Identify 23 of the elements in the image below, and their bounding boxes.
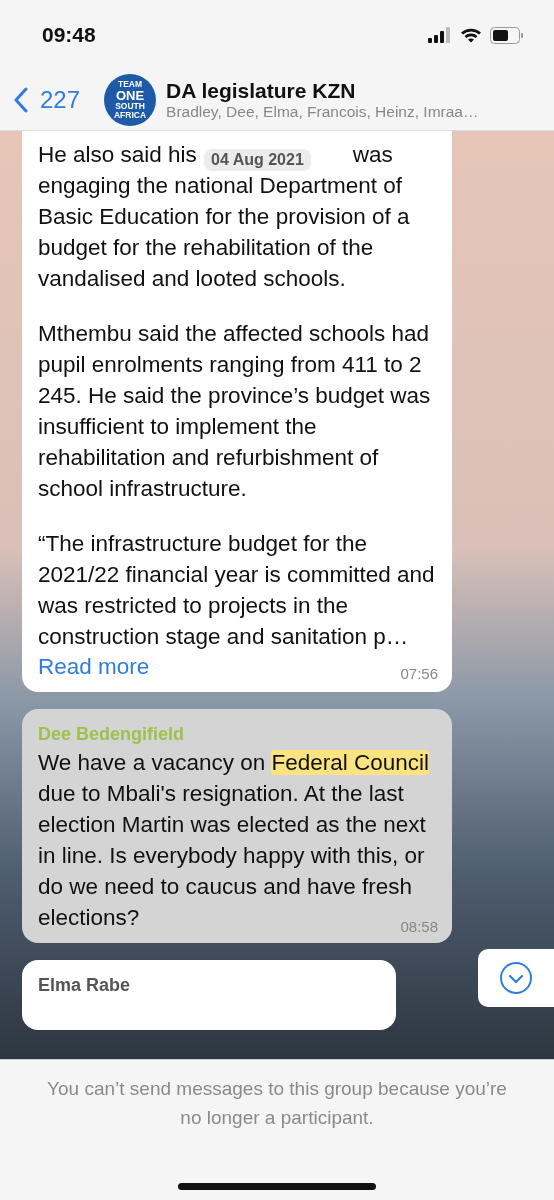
wifi-icon	[460, 27, 482, 43]
sender-name: Dee Bedengifield	[38, 723, 186, 746]
battery-icon	[490, 26, 524, 44]
date-pill: 04 Aug 2021	[204, 149, 311, 171]
read-more-link[interactable]: Read more	[38, 652, 150, 682]
scroll-down-button[interactable]	[478, 949, 554, 1007]
message-text: “The infrastructure budget for the 2021/22 financial year is committed and was restricted to projects in the construction stage and sanitation p…	[38, 530, 436, 651]
signal-icon	[428, 27, 452, 43]
chevron-left-icon	[14, 87, 28, 113]
message-time: 08:58	[400, 918, 438, 935]
group-members: Bradley, Dee, Elma, Francois, Heinz, Imraa…	[166, 103, 479, 121]
group-avatar[interactable]: TEAM ONE SOUTH AFRICA	[104, 74, 157, 126]
group-title[interactable]: DA legislature KZN	[166, 79, 479, 103]
message-text: He also said his	[38, 141, 197, 169]
message-text: was	[352, 141, 393, 169]
chevron-down-circle-icon	[499, 961, 533, 995]
sender-name: Elma Rabe	[38, 974, 132, 997]
back-button[interactable]: 227	[10, 86, 89, 114]
message-time: 07:56	[400, 665, 438, 682]
message-text: engaging the national Department of Basic Education for the provision of a budget for the rehabilitation of the vandalised and looted schools.	[38, 172, 411, 293]
notice-text: You can’t send messages to this group because you’re no longer a participant.	[46, 1077, 508, 1130]
message-text: Mthembu said the affected schools had pupil enrolments ranging from 411 to 2 245. He said the province’s budget was insufficient to implement the rehabilitation and refurbishment of school infrastructure.	[38, 320, 432, 503]
status-time: 09:48	[42, 23, 96, 47]
